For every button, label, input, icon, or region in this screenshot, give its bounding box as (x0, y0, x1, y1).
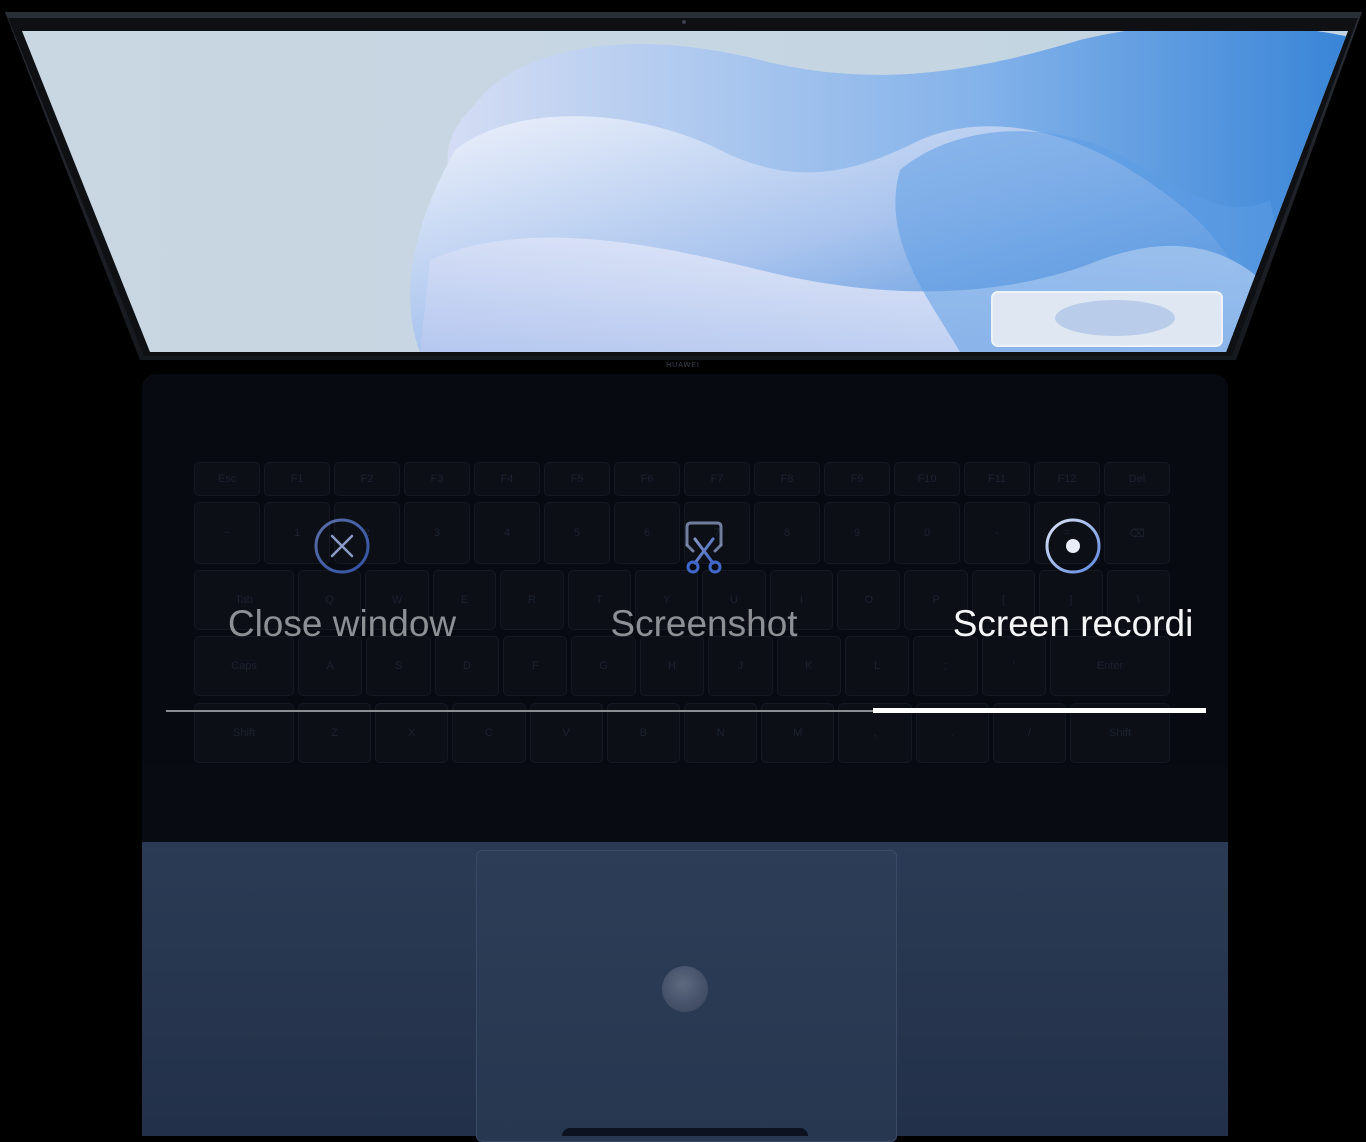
menu-item-label: Screen recordi (952, 603, 1194, 644)
keyboard-key[interactable]: F8 (754, 462, 820, 496)
keyboard-key[interactable]: F10 (894, 462, 960, 496)
keyboard-key[interactable]: F6 (614, 462, 680, 496)
gesture-progress-fill (873, 708, 1206, 713)
fingerprint-icon[interactable] (662, 966, 708, 1012)
brand-logo: HUAWEI (666, 362, 700, 369)
front-notch (562, 1128, 808, 1136)
keyboard-key[interactable]: F7 (684, 462, 750, 496)
menu-item-label: Screenshot (610, 603, 798, 644)
record-icon (1045, 518, 1101, 574)
menu-item-close-window[interactable]: Close window (162, 510, 522, 660)
menu-item-screenshot[interactable]: Screenshot (524, 510, 884, 660)
keyboard-key[interactable]: F2 (334, 462, 400, 496)
keyboard-key[interactable]: F1 (264, 462, 330, 496)
keyboard-key[interactable]: Z (298, 703, 372, 763)
keyboard-key[interactable]: F5 (544, 462, 610, 496)
screen-wallpaper (5, 12, 1362, 360)
laptop-screen: HUAWEI (0, 0, 1366, 380)
keyboard-key[interactable]: F9 (824, 462, 890, 496)
close-circle-icon (314, 518, 370, 574)
keyboard-key[interactable]: Del (1104, 462, 1170, 496)
keyboard-key[interactable]: B (606, 703, 680, 763)
keyboard-key[interactable]: C (452, 703, 526, 763)
deck-strip (142, 765, 1228, 843)
keyboard-key[interactable]: V (529, 703, 603, 763)
keyboard-key[interactable]: N (684, 703, 758, 763)
keyboard-key[interactable]: F11 (964, 462, 1030, 496)
keyboard-key[interactable]: M (761, 703, 835, 763)
keyboard-key[interactable]: X (375, 703, 449, 763)
menu-item-screen-recording[interactable]: Screen recordi (893, 510, 1253, 660)
keyboard-key[interactable]: F4 (474, 462, 540, 496)
screenshot-scissors-icon (685, 521, 723, 574)
keyboard-key[interactable]: F3 (404, 462, 470, 496)
keyboard-key[interactable]: Shift (194, 703, 294, 763)
keyboard-key[interactable]: Esc (194, 462, 260, 496)
keyboard-key[interactable]: F12 (1034, 462, 1100, 496)
menu-item-label: Close window (227, 603, 457, 644)
